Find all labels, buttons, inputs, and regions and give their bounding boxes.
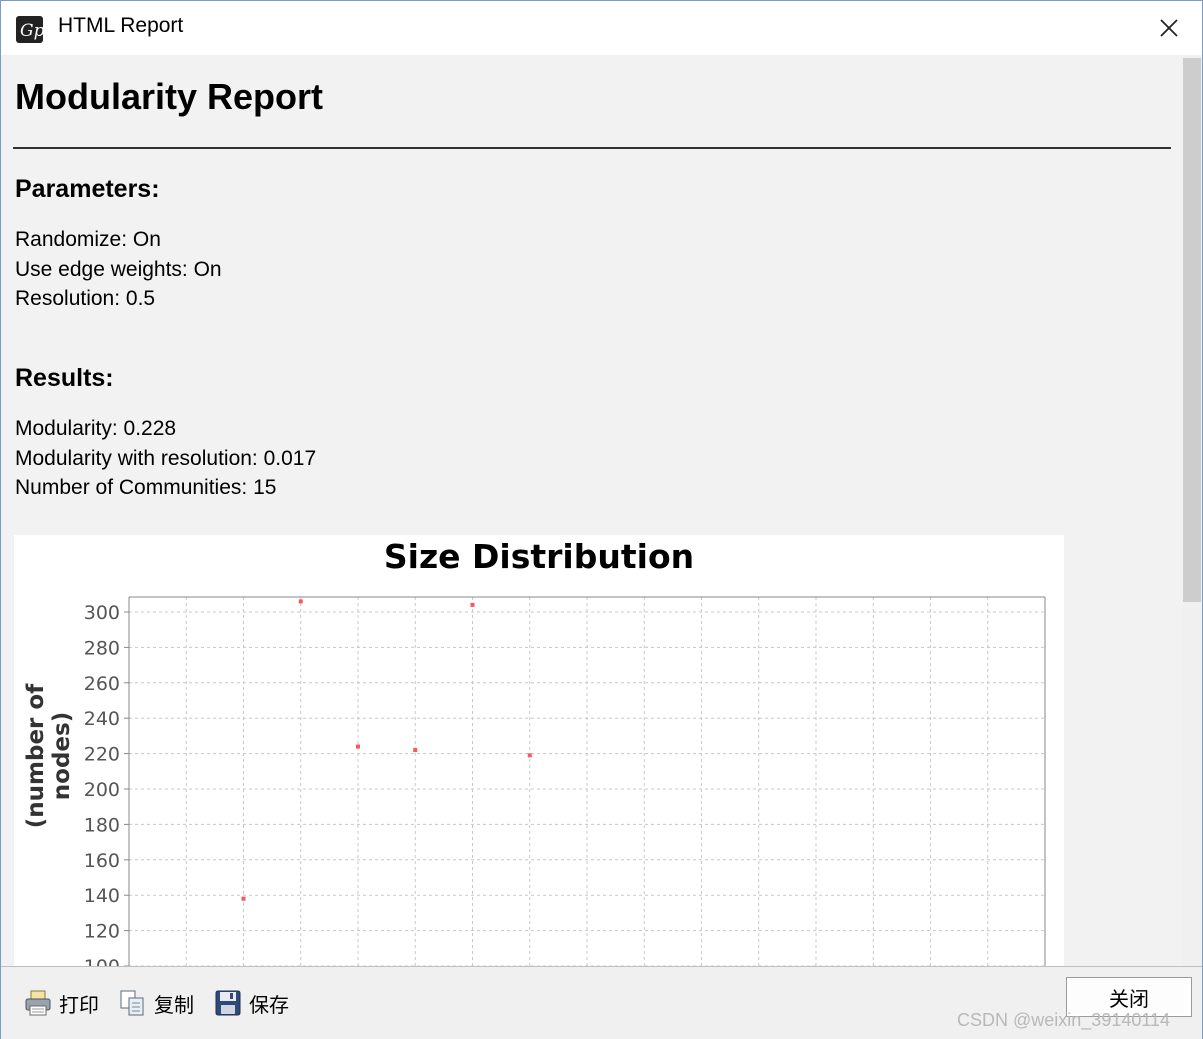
parameter-edge-weights: Use edge weights: On xyxy=(15,258,222,281)
y-tick-label: 200 xyxy=(84,779,120,801)
footer-bar: 打印 复制 保存 关闭 CSDN @weixin_39140114 xyxy=(1,966,1202,1039)
result-modularity-resolution: Modularity with resolution: 0.017 xyxy=(15,447,317,470)
y-tick-label: 160 xyxy=(84,850,120,872)
report-content: Modularity Report Parameters: Randomize:… xyxy=(3,56,1182,966)
y-tick-label: 100 xyxy=(84,956,120,966)
close-icon[interactable] xyxy=(1154,13,1184,43)
copy-icon xyxy=(118,988,148,1018)
chart-plot: 300 280 260 240 220 200 180 160 140 120 100 xyxy=(84,596,1046,966)
y-tick-label: 280 xyxy=(84,637,120,659)
y-tick-label: 260 xyxy=(84,673,120,695)
csdn-watermark: CSDN @weixin_39140114 xyxy=(957,1010,1171,1030)
save-label: 保存 xyxy=(249,992,289,1017)
data-point xyxy=(241,896,246,901)
data-point xyxy=(527,753,532,758)
title-bar: Gp HTML Report xyxy=(1,1,1202,55)
y-tick-label: 240 xyxy=(84,708,120,730)
result-modularity: Modularity: 0.228 xyxy=(15,417,177,440)
gephi-logo-icon: Gp xyxy=(16,16,43,43)
report-title: Modularity Report xyxy=(15,76,324,117)
results-heading: Results: xyxy=(15,364,114,392)
floppy-disk-icon xyxy=(213,988,243,1018)
y-tick-label: 300 xyxy=(84,602,120,624)
copy-button[interactable]: 复制 xyxy=(118,987,194,1019)
data-point xyxy=(413,748,418,753)
y-tick-label: 120 xyxy=(84,921,120,943)
data-point xyxy=(298,599,303,604)
print-button[interactable]: 打印 xyxy=(23,987,99,1019)
divider xyxy=(13,147,1171,149)
y-tick-label: 220 xyxy=(84,744,120,766)
vertical-scrollbar[interactable] xyxy=(1182,56,1202,966)
parameter-resolution: Resolution: 0.5 xyxy=(15,287,156,310)
svg-text:Gp: Gp xyxy=(20,21,43,41)
scrollbar-thumb[interactable] xyxy=(1183,58,1201,602)
data-point xyxy=(470,602,475,607)
copy-label: 复制 xyxy=(154,992,194,1017)
window-title: HTML Report xyxy=(58,14,184,37)
save-button[interactable]: 保存 xyxy=(213,987,289,1019)
print-label: 打印 xyxy=(59,992,99,1017)
y-tick-label: 140 xyxy=(84,885,120,907)
size-distribution-chart: Size Distribution (number of nodes) 300 2… xyxy=(14,535,1064,966)
parameter-randomize: Randomize: On xyxy=(15,228,161,251)
result-communities: Number of Communities: 15 xyxy=(15,476,277,499)
data-point xyxy=(356,744,360,749)
y-tick-label: 180 xyxy=(84,814,120,836)
printer-icon xyxy=(23,988,53,1018)
html-report-window: Gp HTML Report Modularity Report Paramet… xyxy=(0,0,1203,1039)
parameters-heading: Parameters: xyxy=(15,175,160,203)
